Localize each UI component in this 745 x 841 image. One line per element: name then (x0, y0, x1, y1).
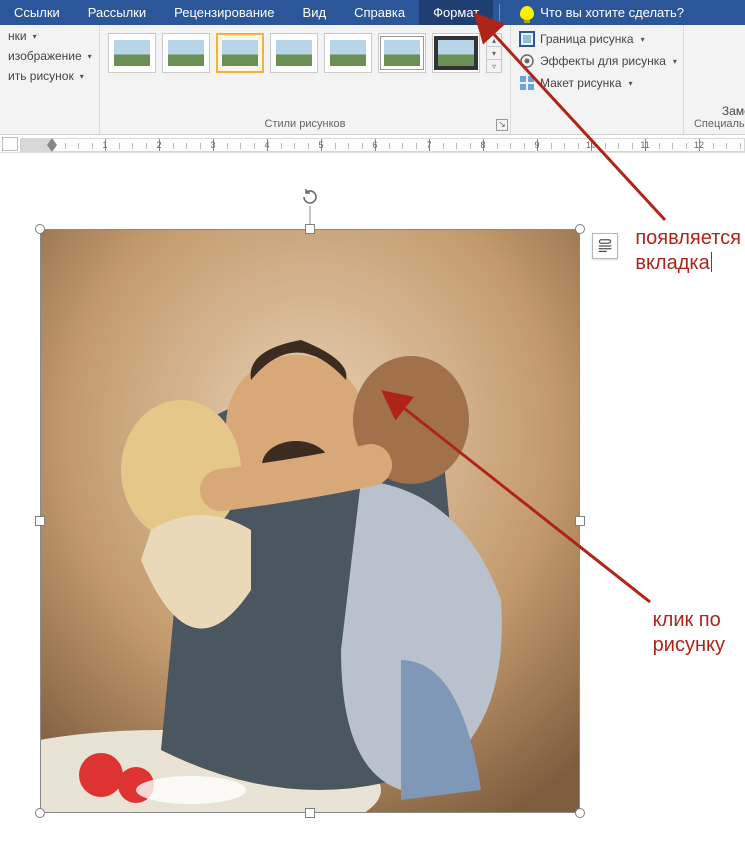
ruler-tab-selector[interactable] (2, 137, 18, 151)
tab-review[interactable]: Рецензирование (160, 0, 288, 25)
annotation-click-picture: клик по рисунку (653, 608, 725, 658)
ruler-number: 12 (694, 140, 704, 150)
tab-help[interactable]: Справка (340, 0, 419, 25)
styles-gallery-expand[interactable]: ▿ (487, 59, 501, 72)
tab-format[interactable]: Формат (419, 0, 493, 25)
ribbon: нки ▾ изображение ▾ ить рисунок ▾ ▴ (0, 25, 745, 135)
picture-style-5[interactable] (324, 33, 372, 73)
picture-border-label: Граница рисунка (540, 32, 634, 46)
picture-effects-label: Эффекты для рисунка (540, 54, 666, 68)
picture-layout-icon (519, 75, 535, 91)
replace-cut-label[interactable]: Заме (694, 104, 745, 118)
ruler-number: 4 (264, 140, 269, 150)
rotate-handle[interactable] (301, 188, 319, 206)
resize-handle-br[interactable] (575, 808, 585, 818)
tab-mailings[interactable]: Рассылки (74, 0, 160, 25)
group-picture-options: Граница рисунка ▾ Эффекты для рисунка ▾ … (511, 25, 684, 134)
ruler-number: 7 (426, 140, 431, 150)
picture-style-4[interactable] (270, 33, 318, 73)
picture-content (41, 230, 579, 812)
selected-picture[interactable] (40, 229, 580, 813)
resize-handle-b[interactable] (305, 808, 315, 818)
layout-options-button[interactable] (592, 233, 618, 259)
styles-scroll-up[interactable]: ▴ (487, 34, 501, 46)
annotation-tab-appears: появляется вкладка (635, 226, 741, 276)
tab-links[interactable]: Ссылки (0, 0, 74, 25)
chevron-down-icon: ▾ (80, 72, 84, 81)
chevron-down-icon: ▾ (88, 52, 92, 61)
rotate-stem (310, 206, 311, 224)
ruler-number: 1 (102, 140, 107, 150)
resize-handle-t[interactable] (305, 224, 315, 234)
picture-effects-icon (519, 53, 535, 69)
chevron-down-icon: ▾ (673, 57, 677, 66)
tab-view[interactable]: Вид (289, 0, 341, 25)
ruler-number: 10 (586, 140, 596, 150)
hanging-indent-marker[interactable] (47, 145, 57, 152)
resize-handle-tr[interactable] (575, 224, 585, 234)
text-cursor (711, 252, 712, 272)
lightbulb-icon (520, 6, 534, 20)
first-line-indent-marker[interactable] (47, 138, 57, 145)
picture-border-button[interactable]: Граница рисунка ▾ (519, 31, 677, 47)
adjust-item-1-label: нки (8, 29, 27, 43)
ruler-number: 11 (640, 140, 649, 150)
ruler-number: 2 (156, 140, 161, 150)
picture-style-7[interactable] (432, 33, 480, 73)
chevron-down-icon: ▾ (629, 79, 633, 88)
resize-handle-tl[interactable] (35, 224, 45, 234)
page (20, 153, 740, 841)
picture-style-1[interactable] (108, 33, 156, 73)
group-styles-label: Стили рисунков (108, 118, 502, 132)
ruler-number: 6 (372, 140, 377, 150)
picture-style-2[interactable] (162, 33, 210, 73)
resize-handle-bl[interactable] (35, 808, 45, 818)
annotation-tab-appears-l1: появляется (635, 226, 741, 251)
ruler-number: 9 (534, 140, 539, 150)
tell-me-label: Что вы хотите сделать? (540, 5, 684, 20)
adjust-item-3-label: ить рисунок (8, 69, 74, 83)
ruler-number: 8 (480, 140, 485, 150)
resize-handle-l[interactable] (35, 516, 45, 526)
document-area[interactable]: появляется вкладка клик по рисунку (0, 153, 745, 841)
adjust-item-3[interactable]: ить рисунок ▾ (8, 69, 91, 83)
chevron-down-icon: ▾ (33, 32, 37, 41)
resize-handle-r[interactable] (575, 516, 585, 526)
picture-style-6[interactable] (378, 33, 426, 73)
styles-scroll-down[interactable]: ▾ (487, 46, 501, 59)
ruler-number: 5 (318, 140, 323, 150)
annotation-click-picture-l2: рисунку (653, 633, 725, 658)
picture-style-3[interactable] (216, 33, 264, 73)
annotation-tab-appears-l2: вкладка (635, 252, 709, 274)
group-adjust-label (8, 130, 91, 132)
group-picture-styles: ▴ ▾ ▿ Стили рисунков ↘ (100, 25, 511, 134)
chevron-down-icon: ▾ (641, 35, 645, 44)
picture-border-icon (519, 31, 535, 47)
annotation-click-picture-l1: клик по (653, 608, 725, 633)
ruler-number: 3 (210, 140, 215, 150)
styles-dialog-launcher[interactable]: ↘ (496, 119, 508, 131)
horizontal-ruler[interactable]: 123456789101112 (0, 135, 745, 153)
special-label: Специальн (694, 118, 745, 132)
tab-separator (499, 4, 500, 21)
adjust-item-2[interactable]: изображение ▾ (8, 49, 91, 63)
picture-layout-label: Макет рисунка (540, 76, 622, 90)
ribbon-tabbar: Ссылки Рассылки Рецензирование Вид Справ… (0, 0, 745, 25)
picture-effects-button[interactable]: Эффекты для рисунка ▾ (519, 53, 677, 69)
picture-layout-button[interactable]: Макет рисунка ▾ (519, 75, 677, 91)
adjust-item-2-label: изображение (8, 49, 82, 63)
picture-styles-more: ▴ ▾ ▿ (486, 33, 502, 73)
group-arrange-cut: Заме Специальн (684, 25, 745, 134)
group-adjust: нки ▾ изображение ▾ ить рисунок ▾ (0, 25, 100, 134)
adjust-item-1[interactable]: нки ▾ (8, 29, 91, 43)
tell-me-box[interactable]: Что вы хотите сделать? (506, 0, 698, 25)
layout-options-icon (596, 237, 614, 255)
